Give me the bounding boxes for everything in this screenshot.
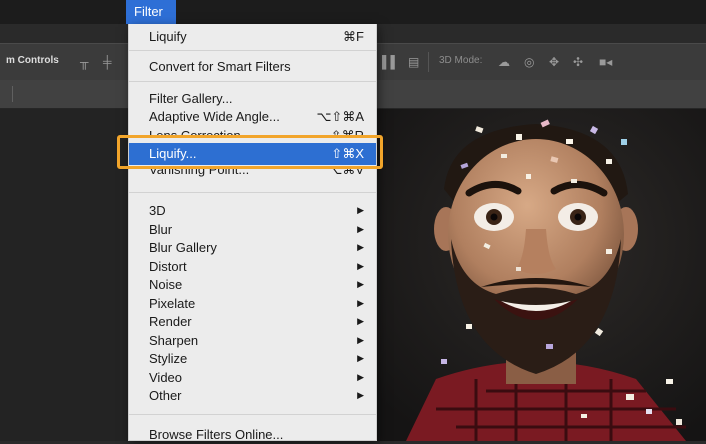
auto-align-icon[interactable]: ▤ xyxy=(408,55,419,69)
submenu-noise[interactable]: Noise ▶ xyxy=(129,275,376,294)
submenu-arrow-icon: ▶ xyxy=(357,223,364,234)
liquify-callout-highlight xyxy=(117,135,383,169)
submenu-arrow-icon: ▶ xyxy=(357,297,364,308)
submenu-video[interactable]: Video ▶ xyxy=(129,368,376,387)
submenu-arrow-icon: ▶ xyxy=(357,242,364,252)
transform-controls-label[interactable]: m Controls xyxy=(6,55,59,66)
orbit-3d-icon[interactable]: ☁ xyxy=(498,55,510,69)
submenu-render[interactable]: Render ▶ xyxy=(129,312,376,331)
align-middle-icon[interactable]: ╪ xyxy=(103,55,112,69)
menu-item-filter-gallery[interactable]: Filter Gallery... xyxy=(129,89,376,108)
submenu-distort[interactable]: Distort ▶ xyxy=(129,257,376,276)
filter-menu-title[interactable]: Filter xyxy=(126,0,176,24)
3d-mode-label: 3D Mode: xyxy=(439,55,483,66)
slide-3d-icon[interactable]: ✣ xyxy=(573,55,583,69)
filter-menu: Liquify ⌘F Convert for Smart Filters Fil… xyxy=(128,24,377,444)
submenu-sharpen[interactable]: Sharpen ▶ xyxy=(129,331,376,350)
submenu-pixelate[interactable]: Pixelate ▶ xyxy=(129,294,376,313)
menu-separator xyxy=(129,192,376,193)
menu-item-vanishing-point[interactable]: Vanishing Point... ⌥⌘V xyxy=(129,168,376,178)
submenu-arrow-icon: ▶ xyxy=(357,279,364,289)
tab-grip[interactable] xyxy=(12,86,13,102)
menu-bar: Filter xyxy=(0,0,706,24)
menu-item-last-filter[interactable]: Liquify ⌘F xyxy=(129,27,376,46)
submenu-arrow-icon: ▶ xyxy=(357,316,364,326)
roll-3d-icon[interactable]: ◎ xyxy=(524,55,534,69)
canvas-photo xyxy=(366,109,706,441)
submenu-stylize[interactable]: Stylize ▶ xyxy=(129,349,376,368)
divider xyxy=(428,52,429,72)
drag-3d-icon[interactable]: ✥ xyxy=(549,55,559,69)
submenu-blur-gallery[interactable]: Blur Gallery ▶ xyxy=(129,238,376,257)
submenu-arrow-icon: ▶ xyxy=(357,390,364,400)
menu-separator xyxy=(129,414,376,415)
menu-item-browse-filters-online[interactable]: Browse Filters Online... xyxy=(129,425,376,444)
submenu-arrow-icon: ▶ xyxy=(357,334,364,345)
submenu-blur[interactable]: Blur ▶ xyxy=(129,220,376,239)
submenu-3d[interactable]: 3D ▶ xyxy=(129,201,376,220)
submenu-arrow-icon: ▶ xyxy=(357,371,364,382)
menu-item-adaptive-wide-angle[interactable]: Adaptive Wide Angle... ⌥⇧⌘A xyxy=(129,107,376,126)
menu-separator xyxy=(129,50,376,51)
distribute-icon[interactable]: ▌▌ xyxy=(382,55,399,69)
menu-item-convert-smart-filters[interactable]: Convert for Smart Filters xyxy=(129,57,376,76)
submenu-arrow-icon: ▶ xyxy=(357,260,364,271)
align-top-icon[interactable]: ╥ xyxy=(80,55,89,69)
scale-3d-icon[interactable]: ■◂ xyxy=(599,55,612,69)
submenu-other[interactable]: Other ▶ xyxy=(129,386,376,405)
submenu-arrow-icon: ▶ xyxy=(357,205,364,215)
submenu-arrow-icon: ▶ xyxy=(357,353,364,363)
menu-separator xyxy=(129,81,376,82)
